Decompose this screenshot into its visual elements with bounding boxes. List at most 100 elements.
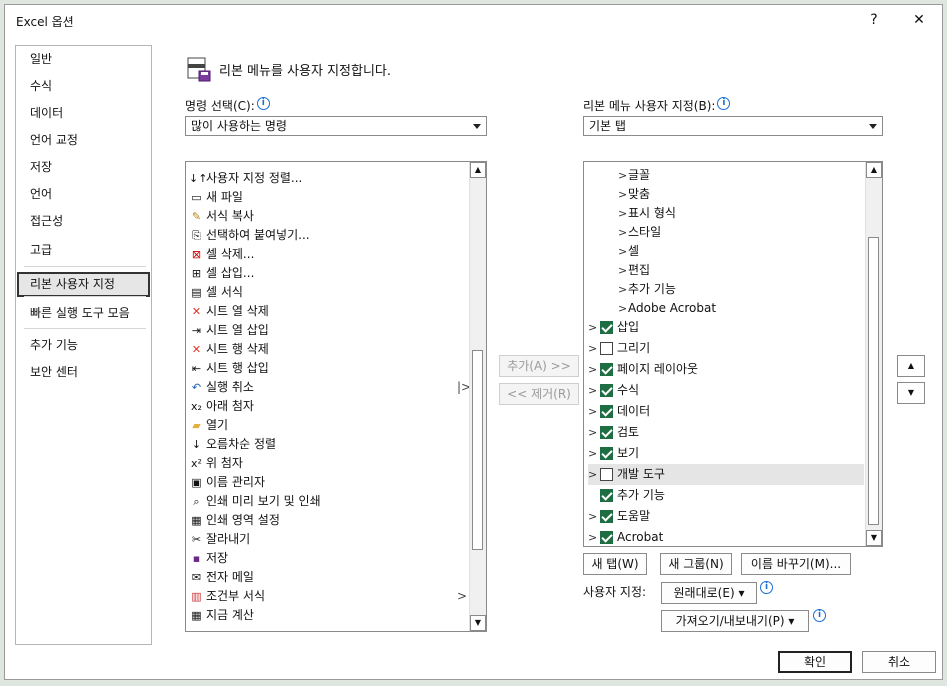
chevron-right-icon[interactable]: > [618, 260, 628, 281]
chevron-right-icon[interactable]: > [618, 222, 628, 243]
ribbon-tab-item[interactable]: 추가 기능 [588, 485, 864, 506]
command-item[interactable]: ▪ 저장 [187, 549, 469, 568]
tab-checkbox[interactable] [600, 426, 613, 439]
ribbon-tab-item[interactable]: > 보기 [588, 443, 864, 464]
scroll-thumb[interactable] [472, 350, 483, 550]
ribbon-tab-item[interactable]: > 개발 도구 [588, 464, 864, 485]
nav-item[interactable]: 추가 기능 [17, 333, 150, 358]
info-icon[interactable]: i [717, 97, 731, 110]
nav-item[interactable]: 수식 [17, 74, 150, 99]
info-icon[interactable]: i [256, 97, 270, 110]
list-item[interactable] [187, 162, 469, 169]
command-item[interactable]: ⌕ 인쇄 미리 보기 및 인쇄 [187, 492, 469, 511]
scroll-thumb[interactable] [868, 237, 879, 525]
ribbon-tab-item[interactable]: > 데이터 [588, 401, 864, 422]
ribbon-tab-item[interactable]: > Acrobat [588, 527, 864, 546]
new-group-button[interactable]: 새 그룹(N) [660, 553, 732, 575]
command-item[interactable]: ✎ 서식 복사 [187, 207, 469, 226]
chevron-right-icon[interactable]: > [588, 317, 598, 338]
chevron-right-icon[interactable]: > [588, 338, 598, 359]
nav-item[interactable]: 언어 [17, 182, 150, 207]
rename-button[interactable]: 이름 바꾸기(M)... [741, 553, 851, 575]
tab-checkbox[interactable] [600, 510, 613, 523]
help-button[interactable]: ? [860, 9, 888, 31]
tab-checkbox[interactable] [600, 405, 613, 418]
ok-button[interactable]: 확인 [778, 651, 852, 673]
move-up-button[interactable]: ▲ [897, 355, 925, 377]
remove-button[interactable]: << 제거(R) [499, 383, 579, 405]
new-tab-button[interactable]: 새 탭(W) [583, 553, 647, 575]
ribbon-tab-item[interactable]: > 페이지 레이아웃 [588, 359, 864, 380]
chevron-right-icon[interactable]: > [588, 506, 598, 527]
ribbon-group-item[interactable]: > 추가 기능 [618, 279, 858, 300]
chevron-right-icon[interactable]: > [588, 422, 598, 443]
command-item[interactable]: ⇥ 시트 열 삽입 [187, 321, 469, 340]
command-item[interactable]: ✂ 잘라내기 [187, 530, 469, 549]
close-button[interactable]: ✕ [905, 9, 933, 31]
ribbon-group-item[interactable]: > 글꼴 [618, 165, 858, 186]
command-item[interactable]: ▤ 셀 서식 [187, 283, 469, 302]
scroll-up-button[interactable]: ▲ [866, 162, 882, 178]
command-item[interactable]: ▥ 조건부 서식 > [187, 587, 469, 606]
chevron-right-icon[interactable]: > [618, 298, 628, 319]
import-export-button[interactable]: 가져오기/내보내기(P) ▾ [661, 610, 809, 632]
nav-item[interactable]: 빠른 실행 도구 모음 [17, 301, 150, 326]
chevron-right-icon[interactable]: > [588, 464, 598, 485]
nav-item[interactable]: 일반 [17, 47, 150, 72]
ribbon-tabs-tree[interactable]: > 글꼴 > 맞춤 > 표시 형식 > 스타일 > 셀 > 편집 > 추가 기능 > Adobe Acroba… [583, 161, 883, 547]
ribbon-group-item[interactable]: > 편집 [618, 260, 858, 281]
reset-button[interactable]: 원래대로(E) ▾ [661, 582, 757, 604]
commands-scrollbar[interactable]: ▲ ▼ [469, 162, 486, 631]
command-item[interactable]: ↓↑ 사용자 지정 정렬... [187, 169, 469, 188]
chevron-right-icon[interactable]: > [588, 380, 598, 401]
command-item[interactable]: ✕ 시트 열 삭제 [187, 302, 469, 321]
command-item[interactable]: ↶ 실행 취소 |> [187, 378, 471, 397]
nav-item[interactable]: 저장 [17, 155, 150, 180]
tab-checkbox[interactable] [600, 363, 613, 376]
add-button[interactable]: 추가(A) >> [499, 355, 579, 377]
ribbon-tab-item[interactable]: > 수식 [588, 380, 864, 401]
chevron-right-icon[interactable]: > [618, 203, 628, 224]
cancel-button[interactable]: 취소 [862, 651, 936, 673]
command-item[interactable]: ▰ 열기 [187, 416, 469, 435]
command-item[interactable]: ↓ 오름차순 정렬 [187, 435, 469, 454]
nav-item[interactable]: 접근성 [17, 209, 150, 234]
command-item[interactable]: ▦ 지금 계산 [187, 606, 469, 625]
chevron-right-icon[interactable]: > [618, 279, 628, 300]
command-item[interactable]: ✉ 전자 메일 [187, 568, 469, 587]
commands-list[interactable]: ↓↑ 사용자 지정 정렬... ▭ 새 파일 ✎ 서식 복사 ⎘ 선택하여 붙여넣기... ⊠ 셀… [185, 161, 487, 632]
tab-checkbox[interactable] [600, 384, 613, 397]
nav-item[interactable]: 고급 [17, 238, 150, 263]
chevron-right-icon[interactable]: > [618, 241, 628, 262]
nav-item[interactable]: 데이터 [17, 101, 150, 126]
chevron-right-icon[interactable]: > [588, 443, 598, 464]
command-item[interactable]: ▣ 이름 관리자 [187, 473, 469, 492]
ribbon-group-item[interactable]: > Adobe Acrobat [618, 298, 858, 319]
command-item[interactable]: ▭ 새 파일 [187, 188, 469, 207]
command-item[interactable]: ⊠ 셀 삭제... [187, 245, 469, 264]
command-item[interactable]: ▦ 인쇄 영역 설정 [187, 511, 469, 530]
tab-checkbox[interactable] [600, 531, 613, 544]
scroll-up-button[interactable]: ▲ [470, 162, 486, 178]
chevron-right-icon[interactable]: > [588, 359, 598, 380]
ribbon-tab-item[interactable]: > 삽입 [588, 317, 864, 338]
command-item[interactable]: x² 위 첨자 [187, 454, 469, 473]
chevron-right-icon[interactable]: > [618, 165, 628, 186]
tab-checkbox[interactable] [600, 468, 613, 481]
chevron-right-icon[interactable]: > [618, 184, 628, 205]
command-item[interactable]: ⇤ 시트 행 삽입 [187, 359, 469, 378]
ribbon-group-item[interactable]: > 표시 형식 [618, 203, 858, 224]
nav-item[interactable]: 언어 교정 [17, 128, 150, 153]
ribbon-group-item[interactable]: > 스타일 [618, 222, 858, 243]
ribbon-tab-item[interactable]: > 도움말 [588, 506, 864, 527]
command-item[interactable]: ✕ 시트 행 삭제 [187, 340, 469, 359]
ribbon-group-item[interactable]: > 맞춤 [618, 184, 858, 205]
ribbon-group-item[interactable]: > 셀 [618, 241, 858, 262]
chevron-right-icon[interactable]: > [588, 401, 598, 422]
command-item[interactable]: ⊞ 셀 삽입... [187, 264, 469, 283]
scroll-down-button[interactable]: ▼ [470, 615, 486, 631]
command-item[interactable]: ⎘ 선택하여 붙여넣기... [187, 226, 469, 245]
ribbon-tab-item[interactable]: > 그리기 [588, 338, 864, 359]
tree-scrollbar[interactable]: ▲ ▼ [865, 162, 882, 546]
scroll-down-button[interactable]: ▼ [866, 530, 882, 546]
